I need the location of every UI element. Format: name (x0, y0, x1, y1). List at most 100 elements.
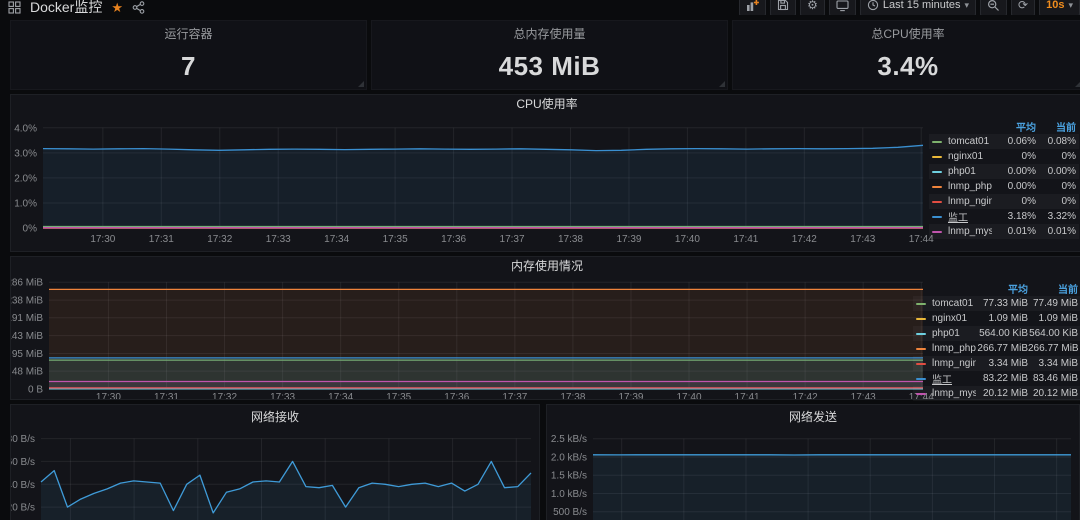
legend-series-name[interactable]: tomcat01 (932, 298, 976, 309)
legend-current-value: 0% (1036, 151, 1076, 162)
panel-title-cpu[interactable]: CPU使用率 (11, 95, 1080, 113)
legend-series-name[interactable]: 监工 (948, 209, 992, 224)
legend-series-name[interactable]: lnmp_mysql (948, 226, 992, 237)
clock-icon (867, 0, 879, 11)
cpu-legend: 平均当前tomcat010.06%0.08%nginx010%0%php010.… (929, 119, 1079, 239)
legend-sort-avg[interactable]: 平均 (976, 281, 1028, 296)
panel-running-containers: 运行容器 7 (10, 20, 367, 90)
legend-sort-current[interactable]: 当前 (1036, 119, 1076, 134)
legend-row-php01[interactable]: php01564.00 KiB564.00 KiB (913, 326, 1080, 341)
share-icon[interactable] (132, 1, 145, 14)
refresh-button[interactable]: ⟳ (1011, 0, 1035, 15)
x-axis-tick-label: 17:35 (386, 392, 411, 399)
dashboard-title[interactable]: Docker监控 (30, 0, 102, 15)
legend-row-lnmp_php[interactable]: lnmp_php0.00%0% (929, 179, 1079, 194)
stat-panel-title[interactable]: 总CPU使用率 (733, 25, 1080, 43)
y-axis-tick-label: 40 B/s (11, 480, 35, 491)
panel-network-receive: 80 B/s60 B/s40 B/s20 B/s 网络接收 (10, 404, 540, 520)
cpu-usage-chart[interactable]: 17:3017:3117:3217:3317:3417:3517:3617:37… (11, 95, 1080, 251)
x-axis-tick-label: 17:31 (154, 392, 179, 399)
x-axis-tick-label: 17:42 (793, 392, 818, 399)
x-axis-tick-label: 17:40 (675, 234, 700, 245)
y-axis-tick-label: 1.5 kB/s (551, 471, 587, 482)
y-axis-tick-label: 1.0 kB/s (551, 489, 587, 500)
legend-series-name[interactable]: lnmp_mysql (932, 388, 976, 399)
series-color-marker (932, 201, 942, 203)
legend-row-nginx01[interactable]: nginx010%0% (929, 149, 1079, 164)
legend-series-name[interactable]: php01 (948, 166, 992, 177)
legend-header-row: 平均当前 (929, 119, 1079, 134)
chevron-down-icon: ▾ (1068, 0, 1073, 11)
save-dashboard-button[interactable] (770, 0, 796, 15)
legend-row-tomcat01[interactable]: tomcat010.06%0.08% (929, 134, 1079, 149)
x-axis-tick-label: 17:41 (735, 392, 760, 399)
legend-series-name[interactable]: nginx01 (948, 151, 992, 162)
y-axis-tick-label: 0 B (28, 385, 43, 396)
panel-title-network-send[interactable]: 网络发送 (547, 408, 1079, 426)
y-axis-tick-label: 2.5 kB/s (551, 434, 587, 445)
legend-series-name[interactable]: lnmp_nginx (948, 196, 992, 207)
stat-value-total-memory: 453 MiB (372, 51, 727, 82)
legend-row-lnmp_nginx[interactable]: lnmp_nginx0%0% (929, 194, 1079, 209)
time-range-picker[interactable]: Last 15 minutes ▾ (860, 0, 976, 15)
refresh-interval-label: 10s (1046, 0, 1064, 11)
legend-sort-avg[interactable]: 平均 (992, 119, 1036, 134)
legend-row-lnmp_mysql[interactable]: lnmp_mysql20.12 MiB20.12 MiB (913, 386, 1080, 401)
panel-title-network-receive[interactable]: 网络接收 (11, 408, 539, 426)
chevron-down-icon: ▾ (965, 0, 970, 11)
legend-current-value: 0.01% (1036, 226, 1076, 237)
x-axis-tick-label: 17:34 (324, 234, 349, 245)
panel-resize-handle[interactable] (1075, 81, 1080, 87)
legend-avg-value: 20.12 MiB (976, 388, 1028, 399)
panel-memory-usage: 17:3017:3117:3217:3317:3417:3517:3617:37… (10, 256, 1080, 400)
legend-row-lnmp_mysql[interactable]: lnmp_mysql0.01%0.01% (929, 224, 1079, 239)
x-axis-tick-label: 17:32 (207, 234, 232, 245)
legend-current-value: 0.00% (1036, 166, 1076, 177)
stat-panel-title[interactable]: 运行容器 (11, 25, 366, 43)
legend-current-value: 20.12 MiB (1028, 388, 1078, 399)
zoom-out-time-button[interactable] (980, 0, 1007, 15)
legend-series-name[interactable]: lnmp_php (948, 181, 992, 192)
legend-current-value: 266.77 MiB (1028, 343, 1078, 354)
legend-avg-value: 3.34 MiB (976, 358, 1028, 369)
y-axis-tick-label: 191 MiB (11, 313, 43, 324)
legend-series-name[interactable]: lnmp_php (932, 343, 976, 354)
legend-row-nginx01[interactable]: nginx011.09 MiB1.09 MiB (913, 311, 1080, 326)
series-color-marker (932, 186, 942, 188)
series-area-网络发送 (593, 455, 1071, 520)
legend-row-php01[interactable]: php010.00%0.00% (929, 164, 1079, 179)
legend-series-name[interactable]: 监工 (932, 371, 976, 386)
legend-row-lnmp_php[interactable]: lnmp_php266.77 MiB266.77 MiB (913, 341, 1080, 356)
refresh-interval-picker[interactable]: 10s ▾ (1039, 0, 1080, 15)
dashboard-header: Docker监控 ★ ⚙ (0, 0, 1080, 15)
panel-resize-handle[interactable] (358, 81, 364, 87)
add-panel-button[interactable] (739, 0, 766, 15)
legend-series-name[interactable]: php01 (932, 328, 976, 339)
cycle-view-mode-button[interactable] (829, 0, 856, 15)
series-color-marker (916, 393, 926, 395)
x-axis-tick-label: 17:36 (444, 392, 469, 399)
legend-row-监工[interactable]: 监工3.18%3.32% (929, 209, 1079, 224)
legend-series-name[interactable]: nginx01 (932, 313, 976, 324)
y-axis-tick-label: 95 MiB (12, 349, 43, 360)
panel-resize-handle[interactable] (719, 81, 725, 87)
x-axis-tick-label: 17:35 (383, 234, 408, 245)
legend-row-lnmp_nginx[interactable]: lnmp_nginx3.34 MiB3.34 MiB (913, 356, 1080, 371)
star-icon[interactable]: ★ (111, 1, 123, 14)
stat-panel-title[interactable]: 总内存使用量 (372, 25, 727, 43)
legend-series-name[interactable]: lnmp_nginx (932, 358, 976, 369)
legend-series-name[interactable]: tomcat01 (948, 136, 992, 147)
series-color-marker (932, 171, 942, 173)
y-axis-tick-label: 4.0% (14, 123, 37, 134)
legend-row-tomcat01[interactable]: tomcat0177.33 MiB77.49 MiB (913, 296, 1080, 311)
panel-title-memory[interactable]: 内存使用情况 (11, 257, 1080, 275)
legend-avg-value: 266.77 MiB (976, 343, 1028, 354)
dashboard-settings-button[interactable]: ⚙ (800, 0, 825, 15)
legend-current-value: 564.00 KiB (1028, 328, 1078, 339)
refresh-icon: ⟳ (1018, 0, 1028, 11)
legend-sort-current[interactable]: 当前 (1028, 281, 1078, 296)
legend-avg-value: 1.09 MiB (976, 313, 1028, 324)
series-color-marker (916, 333, 926, 335)
legend-row-监工[interactable]: 监工83.22 MiB83.46 MiB (913, 371, 1080, 386)
panel-total-cpu: 总CPU使用率 3.4% (732, 20, 1080, 90)
